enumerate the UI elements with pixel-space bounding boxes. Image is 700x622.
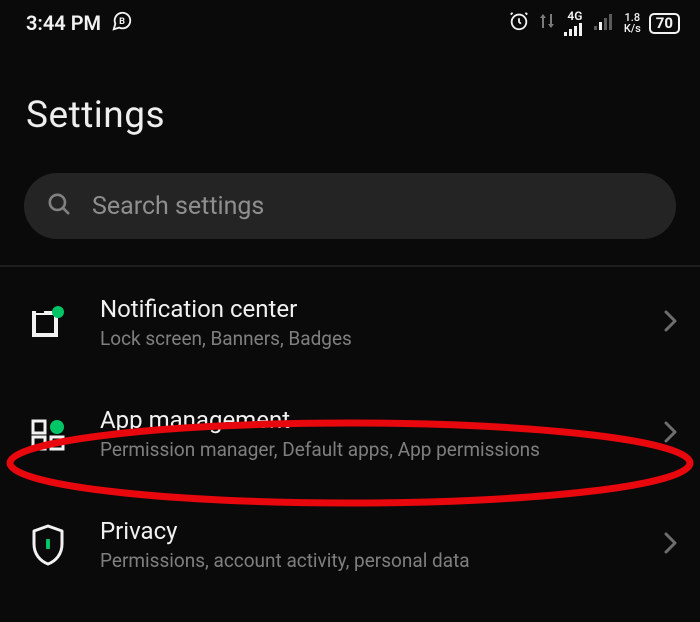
row-app-management[interactable]: App management Permission manager, Defau… xyxy=(0,378,700,489)
row-texts: Notification center Lock screen, Banners… xyxy=(100,295,636,350)
messenger-icon: B xyxy=(111,10,133,37)
row-subtitle: Permission manager, Default apps, App pe… xyxy=(100,438,636,461)
battery-percent: 70 xyxy=(656,16,673,31)
status-bar-right: 4G 1.8 K/s 70 xyxy=(508,10,680,37)
row-title: Privacy xyxy=(100,517,636,545)
data-arrows-icon xyxy=(538,11,556,36)
row-title: App management xyxy=(100,406,636,434)
signal-4g-icon: 4G xyxy=(564,10,586,36)
chevron-right-icon xyxy=(664,420,678,448)
page-title: Settings xyxy=(0,46,700,137)
status-bar: 3:44 PM B 4G xyxy=(0,0,700,46)
chevron-right-icon xyxy=(664,531,678,559)
settings-list: Notification center Lock screen, Banners… xyxy=(0,267,700,586)
row-texts: Privacy Permissions, account activity, p… xyxy=(100,517,636,572)
battery-indicator: 70 xyxy=(649,13,680,34)
search-placeholder: Search settings xyxy=(92,192,264,221)
row-subtitle: Lock screen, Banners, Badges xyxy=(100,327,636,350)
svg-text:B: B xyxy=(119,16,125,26)
data-rate: 1.8 K/s xyxy=(624,12,641,34)
privacy-icon xyxy=(24,521,72,569)
notification-center-icon xyxy=(24,299,72,347)
data-rate-unit: K/s xyxy=(624,23,641,34)
status-time: 3:44 PM xyxy=(26,11,101,35)
row-title: Notification center xyxy=(100,295,636,323)
row-privacy[interactable]: Privacy Permissions, account activity, p… xyxy=(0,489,700,586)
search-container: Search settings xyxy=(0,137,700,239)
signal-secondary-icon xyxy=(594,11,616,35)
row-notification-center[interactable]: Notification center Lock screen, Banners… xyxy=(0,267,700,378)
search-input[interactable]: Search settings xyxy=(24,173,676,239)
status-bar-left: 3:44 PM B xyxy=(26,10,133,37)
app-management-icon xyxy=(24,410,72,458)
network-label: 4G xyxy=(567,10,582,22)
search-icon xyxy=(46,191,72,221)
alarm-icon xyxy=(508,10,530,37)
chevron-right-icon xyxy=(664,309,678,337)
row-subtitle: Permissions, account activity, personal … xyxy=(100,549,636,572)
row-texts: App management Permission manager, Defau… xyxy=(100,406,636,461)
